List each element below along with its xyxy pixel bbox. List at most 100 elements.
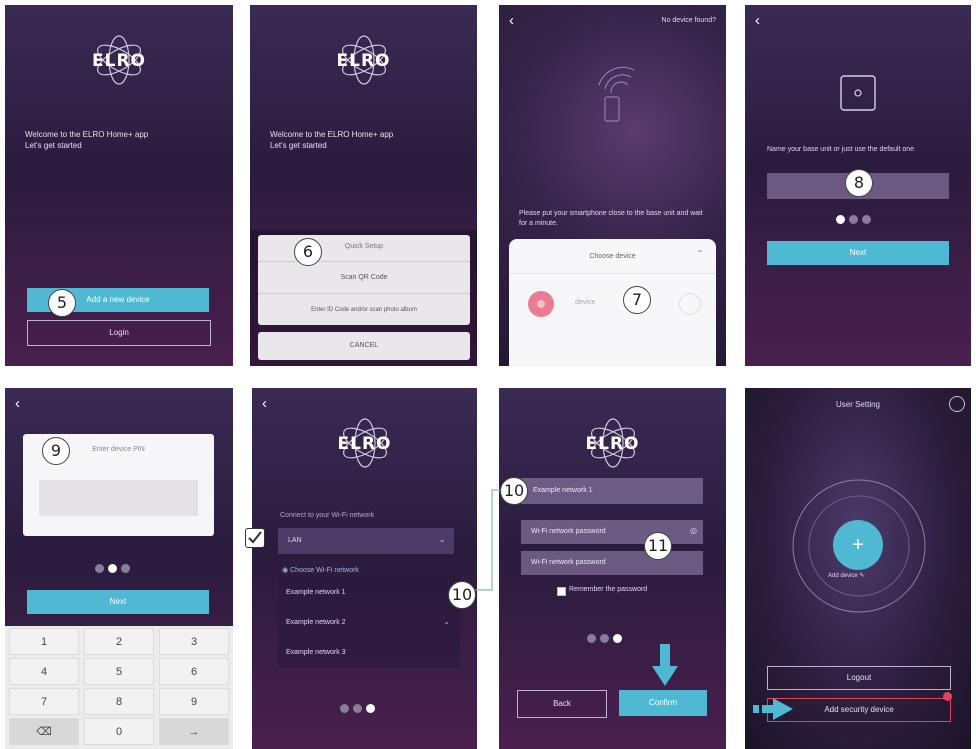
- confirm-button[interactable]: Confirm: [619, 690, 707, 716]
- eye-icon[interactable]: ◎: [690, 526, 697, 535]
- welcome-title: Welcome to the ELRO Home+ app: [25, 130, 149, 139]
- screen-device-pin: ‹ Enter device PIN Next 1 2 3 4 5 6 7 8 …: [5, 388, 233, 749]
- select-circle[interactable]: [679, 293, 701, 315]
- lan-option[interactable]: LAN ⌄: [278, 528, 454, 554]
- progress-dot: [600, 634, 609, 643]
- pin-input[interactable]: [39, 480, 198, 516]
- elro-logo: ELRO: [319, 33, 409, 87]
- backspace-key[interactable]: ⌫: [9, 718, 79, 745]
- back-button[interactable]: Back: [517, 690, 607, 718]
- device-label: device: [575, 299, 596, 306]
- numeric-keypad: 1 2 3 4 5 6 7 8 9 ⌫ 0 →: [5, 626, 233, 749]
- logo-text: ELRO: [336, 51, 391, 71]
- enter-key[interactable]: →: [159, 718, 229, 745]
- key-0[interactable]: 0: [84, 718, 154, 745]
- step-badge-11: 11: [644, 532, 672, 560]
- enter-id-option[interactable]: Enter ID Code and/or scan photo album: [258, 297, 470, 323]
- key-5[interactable]: 5: [84, 658, 154, 685]
- center-label: Add device ✎: [828, 572, 864, 579]
- progress-dot: [587, 634, 596, 643]
- step-badge-5: 5: [48, 289, 76, 317]
- chevron-down-icon: ⌄: [438, 534, 446, 544]
- key-7[interactable]: 7: [9, 688, 79, 715]
- progress-dot: [836, 215, 845, 224]
- step-badge-10-bottom: 10: [448, 581, 476, 609]
- divider: [258, 293, 470, 294]
- lan-label: LAN: [288, 537, 302, 544]
- phone-signal-icon: [598, 66, 635, 122]
- step-badge-10-top: 10: [500, 477, 528, 505]
- device-icon[interactable]: [528, 291, 554, 317]
- settings-icon[interactable]: [949, 396, 965, 412]
- choose-device-sheet: Choose device ⌃ device: [509, 239, 716, 366]
- progress-dots: [836, 215, 871, 224]
- password-confirm-input[interactable]: Wi-Fi network password: [521, 551, 703, 575]
- key-4[interactable]: 4: [9, 658, 79, 685]
- network-item[interactable]: Example network 1: [278, 578, 460, 608]
- screen-quick-setup: ELRO Welcome to the ELRO Home+ app Let's…: [250, 5, 477, 366]
- key-8[interactable]: 8: [84, 688, 154, 715]
- network-name: Example network 2: [286, 619, 346, 626]
- logo-text: ELRO: [585, 434, 640, 454]
- progress-dots: [587, 634, 622, 643]
- progress-dot: [862, 215, 871, 224]
- cancel-button[interactable]: CANCEL: [258, 332, 470, 360]
- wifi-icon: ◉: [282, 567, 289, 574]
- password-confirm-placeholder: Wi-Fi network password: [531, 559, 606, 566]
- connector-line: [474, 489, 506, 591]
- back-icon[interactable]: ‹: [755, 13, 760, 28]
- next-button[interactable]: Next: [27, 590, 209, 614]
- center-label-text: Add device: [828, 573, 858, 579]
- remember-password-checkbox[interactable]: Remember the password: [557, 586, 677, 598]
- remember-label: Remember the password: [569, 586, 648, 593]
- chevron-up-icon[interactable]: ⌃: [696, 249, 704, 260]
- divider: [509, 273, 716, 274]
- network-select-label: Example network 1: [533, 487, 593, 494]
- step-badge-7: 7: [623, 286, 651, 314]
- progress-dot: [366, 704, 375, 713]
- back-icon[interactable]: ‹: [509, 13, 514, 28]
- network-item[interactable]: Example network 3: [278, 638, 460, 668]
- screen-choose-network: ‹ ELRO Connect to your Wi-Fi network LAN…: [252, 388, 477, 749]
- edit-icon[interactable]: ✎: [859, 573, 864, 579]
- screen-user-setting: User Setting + Add device ✎ Logout Add s…: [745, 388, 971, 749]
- password-input[interactable]: Wi-Fi network password ◎: [521, 520, 703, 544]
- arrow-down-icon: [652, 644, 678, 686]
- network-item[interactable]: Example network 2 ⌄: [278, 608, 460, 638]
- sheet-title: Quick Setup: [344, 243, 384, 250]
- notification-badge: [943, 692, 952, 701]
- logout-button[interactable]: Logout: [767, 666, 951, 690]
- key-9[interactable]: 9: [159, 688, 229, 715]
- progress-dot: [613, 634, 622, 643]
- back-icon[interactable]: ‹: [15, 396, 20, 411]
- progress-dots: [340, 704, 375, 713]
- add-security-label: Add security device: [824, 705, 894, 714]
- add-device-button[interactable]: +: [833, 520, 883, 570]
- chevron-down-icon: ⌄: [443, 617, 450, 626]
- network-name: Example network 3: [286, 649, 346, 656]
- network-list: Example network 1 Example network 2 ⌄ Ex…: [278, 578, 460, 668]
- page-title: User Setting: [835, 400, 881, 409]
- add-security-device-button[interactable]: Add security device: [767, 698, 951, 722]
- key-6[interactable]: 6: [159, 658, 229, 685]
- progress-dot: [849, 215, 858, 224]
- key-1[interactable]: 1: [9, 628, 79, 655]
- name-prompt: Name your base unit or just use the defa…: [767, 146, 915, 153]
- login-button[interactable]: Login: [27, 320, 211, 346]
- wifi-header: ◉ Choose Wi-Fi network: [282, 566, 359, 574]
- welcome-text: Welcome to the ELRO Home+ app Let's get …: [25, 129, 215, 151]
- next-button[interactable]: Next: [767, 241, 949, 265]
- back-icon[interactable]: ‹: [262, 396, 267, 411]
- arrow-right-icon: [753, 698, 793, 720]
- key-3[interactable]: 3: [159, 628, 229, 655]
- key-2[interactable]: 2: [84, 628, 154, 655]
- network-select[interactable]: Example network 1: [521, 478, 703, 504]
- logo-text: ELRO: [337, 434, 392, 454]
- no-device-link[interactable]: No device found?: [662, 17, 716, 24]
- password-placeholder: Wi-Fi network password: [531, 528, 606, 535]
- step-badge-9: 9: [42, 437, 70, 465]
- elro-logo: ELRO: [320, 416, 410, 470]
- step-badge-8: 8: [845, 169, 873, 197]
- scan-qr-option[interactable]: Scan QR Code: [258, 265, 470, 291]
- sheet-title: Choose device: [589, 253, 636, 260]
